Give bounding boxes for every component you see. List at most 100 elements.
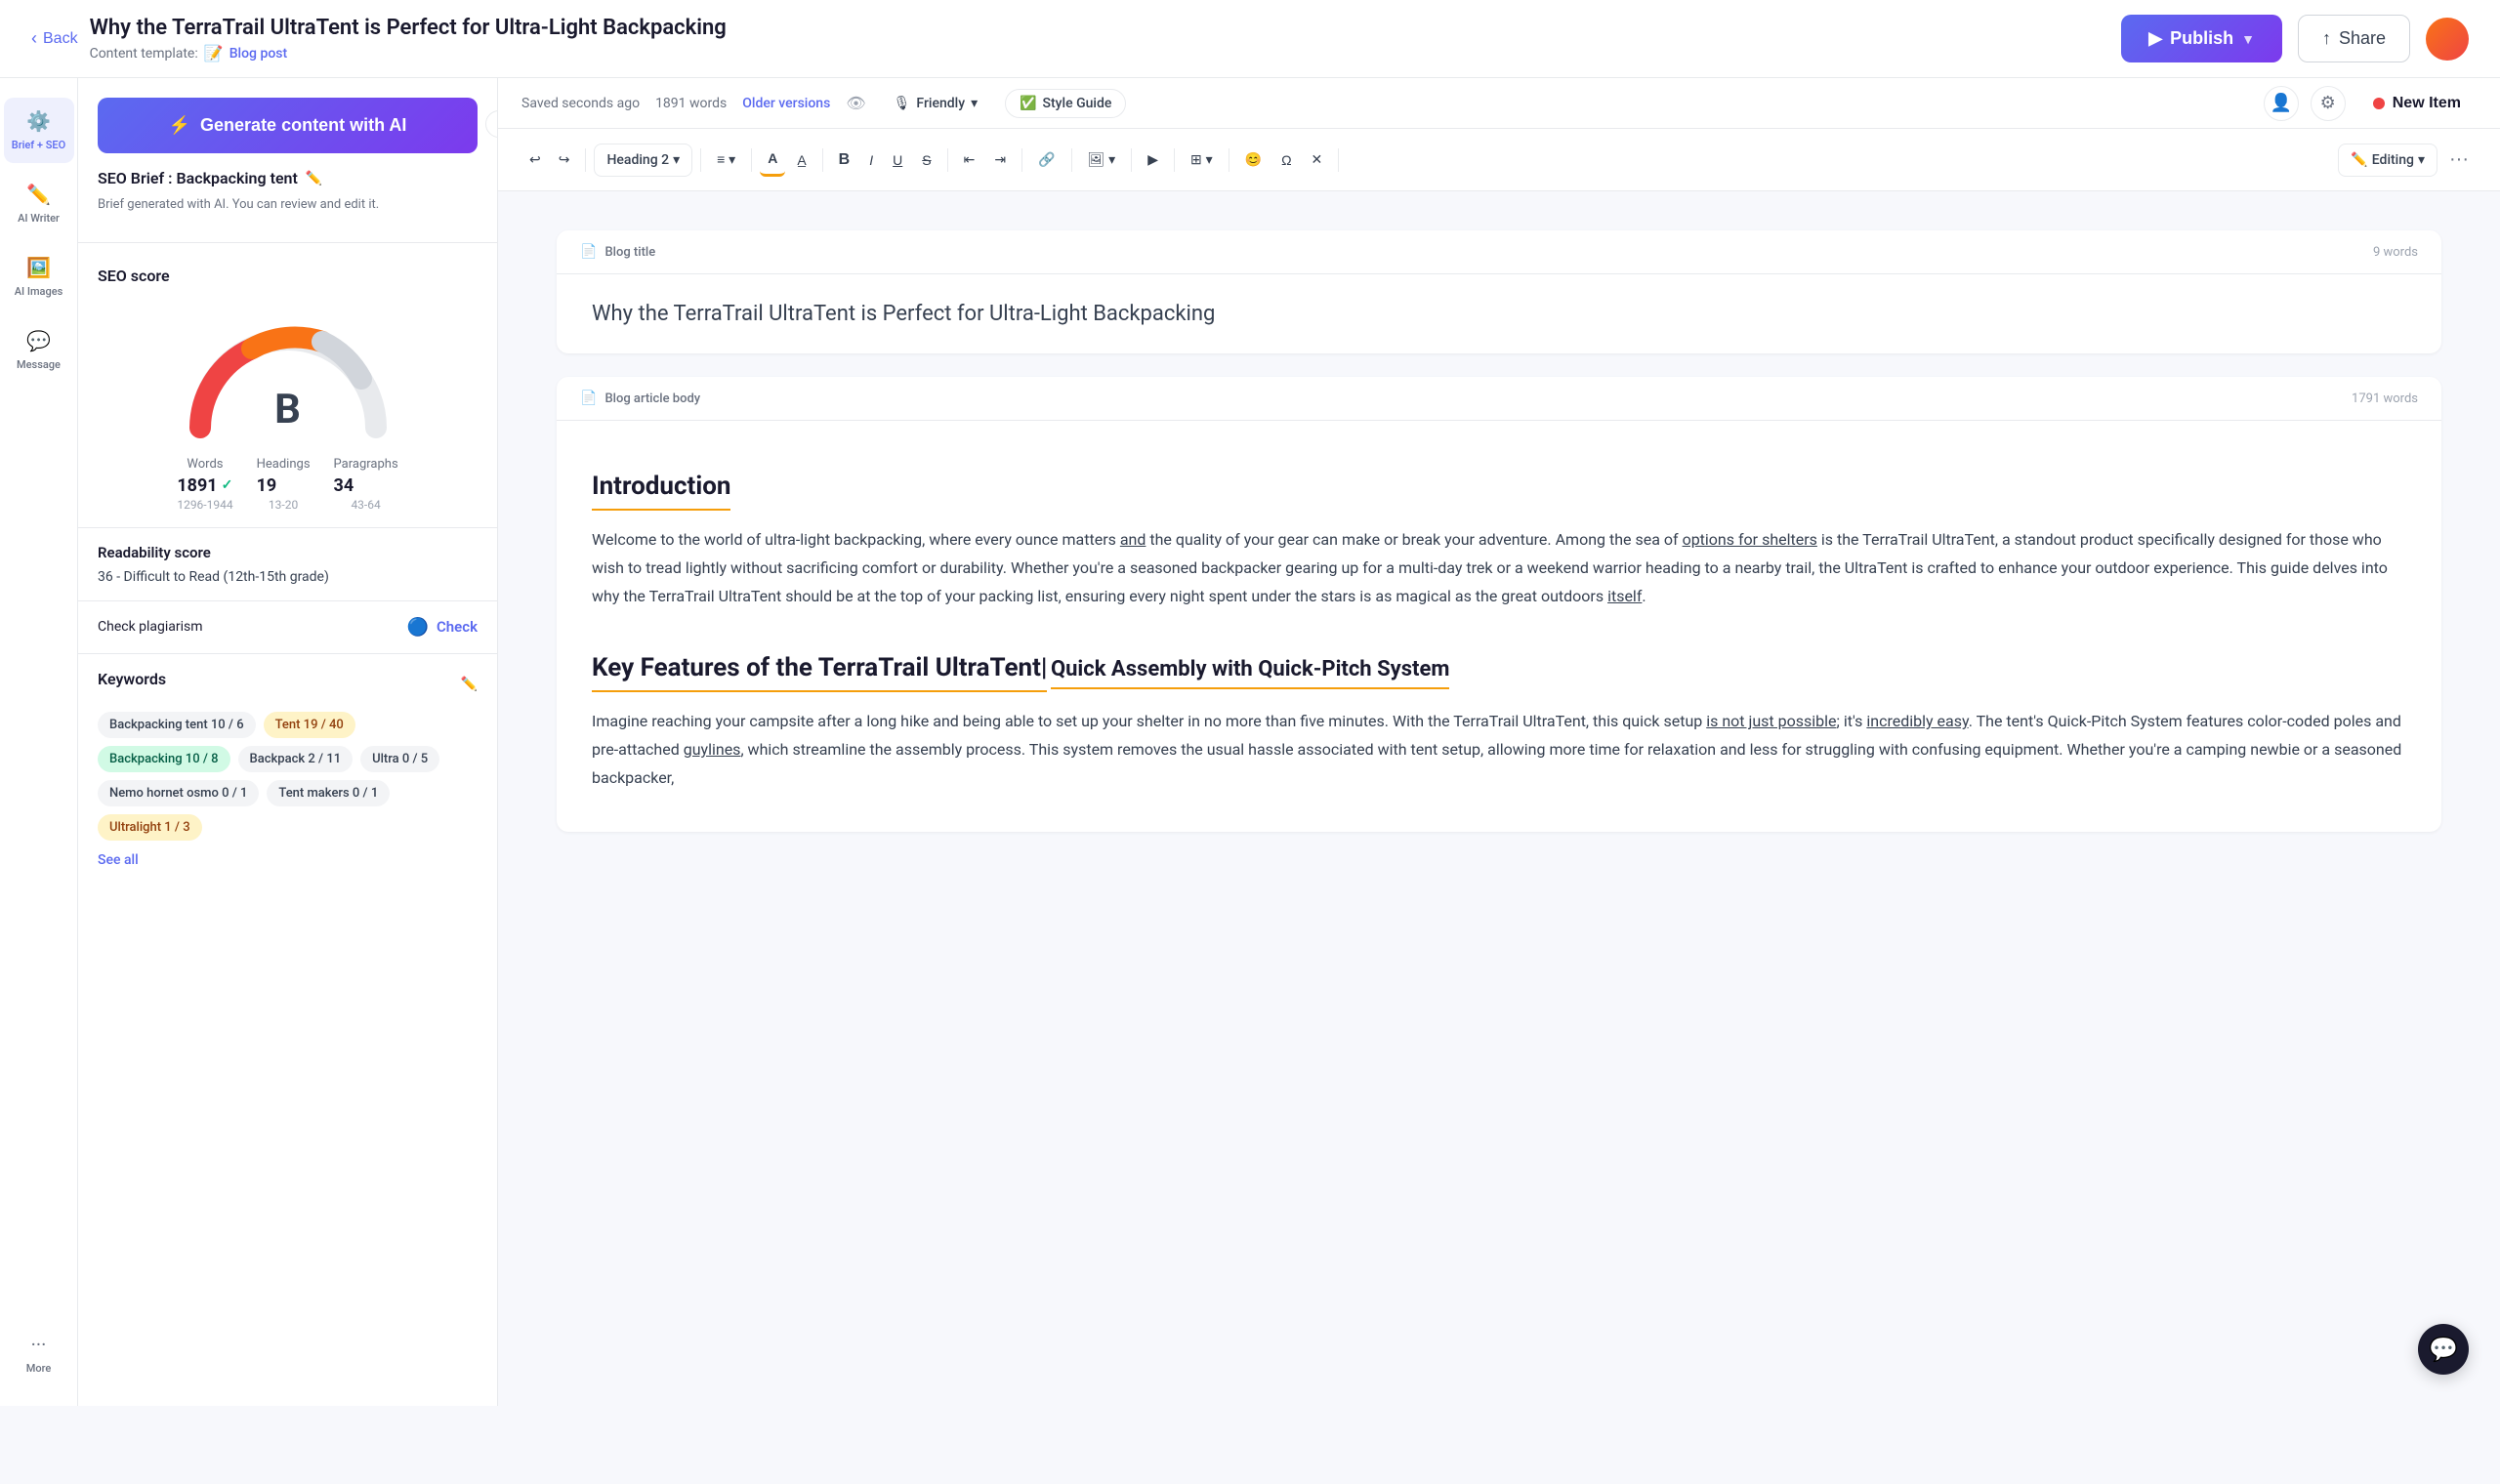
edit-keywords-icon[interactable]: ✏️ bbox=[461, 677, 478, 692]
new-item-button[interactable]: New Item bbox=[2357, 87, 2477, 120]
blog-title-content[interactable]: Why the TerraTrail UltraTent is Perfect … bbox=[557, 274, 2441, 353]
collapse-panel-button[interactable]: › bbox=[485, 110, 498, 138]
avatar[interactable] bbox=[2426, 18, 2469, 61]
heading-chevron-icon: ▾ bbox=[673, 152, 680, 168]
generate-btn-wrap: ⚡ Generate content with AI › bbox=[78, 78, 497, 169]
see-all-keywords[interactable]: See all bbox=[98, 852, 478, 868]
heading-select[interactable]: Heading 2 ▾ bbox=[594, 144, 692, 177]
bold-button[interactable]: B bbox=[831, 144, 858, 177]
back-arrow-icon: ‹ bbox=[31, 28, 37, 49]
check-icon: ✓ bbox=[222, 477, 233, 493]
share-button[interactable]: ↑ Share bbox=[2298, 15, 2410, 62]
intro-paragraph: Welcome to the world of ultra-light back… bbox=[592, 526, 2406, 610]
user-icon-button[interactable]: 👤 bbox=[2264, 86, 2299, 121]
check-plagiarism-button[interactable]: 🔵 Check bbox=[407, 617, 478, 638]
keywords-header: Keywords ✏️ bbox=[98, 670, 478, 700]
align-button[interactable]: ≡ ▾ bbox=[709, 144, 743, 176]
text-underline-options: options for shelters bbox=[1683, 530, 1817, 549]
keyword-tag[interactable]: Backpacking 10 / 8 bbox=[98, 746, 230, 772]
table-button[interactable]: ⊞ ▾ bbox=[1183, 144, 1221, 176]
sidebar-item-label: AI Writer bbox=[18, 212, 60, 225]
editing-label: Editing bbox=[2372, 152, 2414, 168]
keyword-tag[interactable]: Tent 19 / 40 bbox=[264, 712, 355, 738]
sidebar-item-brief-seo[interactable]: ⚙️ Brief + SEO bbox=[4, 98, 74, 163]
emoji-button[interactable]: 😊 bbox=[1237, 144, 1270, 176]
toolbar-divider bbox=[1021, 148, 1022, 172]
strikethrough-button[interactable]: S bbox=[914, 144, 938, 176]
sidebar-item-ai-images[interactable]: 🖼️ AI Images bbox=[4, 244, 74, 309]
underline-button[interactable]: U bbox=[885, 144, 910, 176]
blog-body-content[interactable]: Introduction Welcome to the world of ult… bbox=[557, 421, 2441, 832]
play-button[interactable]: ▶ bbox=[1140, 144, 1166, 176]
keywords-title: Keywords bbox=[98, 670, 166, 688]
chat-icon: 💬 bbox=[2429, 1336, 2458, 1363]
seo-brief-title: SEO Brief : Backpacking tent ✏️ bbox=[98, 169, 478, 187]
meta-right: 👤 ⚙ New Item bbox=[2264, 86, 2477, 121]
sidebar-item-message[interactable]: 💬 Message bbox=[4, 317, 74, 383]
tone-chevron-icon: ▾ bbox=[971, 96, 978, 111]
older-versions-button[interactable]: Older versions bbox=[742, 96, 830, 111]
editor-area: Saved seconds ago 1891 words Older versi… bbox=[498, 78, 2500, 1406]
body-word-count: 1791 words bbox=[2352, 392, 2418, 406]
seo-score-wrap: B Words 1891 ✓ 1296-1944 Headings 19 13-… bbox=[78, 312, 497, 527]
sidebar-item-ai-writer[interactable]: ✏️ AI Writer bbox=[4, 171, 74, 236]
stat-paragraphs-value: 34 bbox=[334, 475, 398, 496]
style-guide-button[interactable]: ✅ Style Guide bbox=[1005, 89, 1126, 118]
assembly-heading: Quick Assembly with Quick-Pitch System bbox=[1051, 657, 1449, 689]
indent-less-button[interactable]: ⇤ bbox=[956, 144, 983, 176]
eye-icon[interactable]: 👁 bbox=[846, 94, 865, 112]
doc-meta-bar: Saved seconds ago 1891 words Older versi… bbox=[498, 78, 2500, 129]
check-label: Check bbox=[437, 618, 478, 636]
special-chars-button[interactable]: Ω bbox=[1273, 144, 1299, 176]
left-nav: ⚙️ Brief + SEO ✏️ AI Writer 🖼️ AI Images… bbox=[0, 78, 78, 1406]
highlight-button[interactable]: A̲ bbox=[789, 144, 813, 176]
text-color-button[interactable]: A bbox=[760, 143, 785, 177]
link-button[interactable]: 🔗 bbox=[1030, 144, 1062, 176]
editing-chevron-icon: ▾ bbox=[2418, 152, 2425, 168]
sidebar-item-more[interactable]: ··· More bbox=[4, 1321, 74, 1386]
generate-content-button[interactable]: ⚡ Generate content with AI bbox=[98, 98, 478, 153]
document-content: 📄 Blog title 9 words Why the TerraTrail … bbox=[498, 191, 2500, 1406]
media-button[interactable]: 🖼 ▾ bbox=[1080, 144, 1124, 176]
settings-icon-button[interactable]: ⚙ bbox=[2311, 86, 2346, 121]
stat-words-label: Words bbox=[177, 457, 232, 472]
toolbar-divider bbox=[700, 148, 701, 172]
toolbar-divider bbox=[585, 148, 586, 172]
indent-more-button[interactable]: ⇥ bbox=[986, 144, 1014, 176]
clear-format-button[interactable]: ✕ bbox=[1304, 144, 1331, 176]
editing-select[interactable]: ✏️ Editing ▾ bbox=[2338, 144, 2438, 177]
toolbar-more-button[interactable]: ··· bbox=[2441, 141, 2477, 179]
undo-button[interactable]: ↩ bbox=[521, 144, 549, 176]
italic-button[interactable]: I bbox=[861, 144, 881, 176]
stat-words: Words 1891 ✓ 1296-1944 bbox=[177, 457, 232, 512]
stat-words-range: 1296-1944 bbox=[177, 498, 232, 512]
plagiarism-title: Check plagiarism bbox=[98, 619, 203, 635]
publish-chevron-icon: ▼ bbox=[2241, 31, 2255, 47]
blog-title-text[interactable]: Why the TerraTrail UltraTent is Perfect … bbox=[592, 298, 2406, 330]
editor-toolbar: ↩ ↪ Heading 2 ▾ ≡ ▾ A A̲ B I U S ⇤ ⇥ 🔗 bbox=[498, 129, 2500, 191]
readability-value: 36 - Difficult to Read (12th-15th grade) bbox=[98, 569, 478, 585]
style-guide-icon: ✅ bbox=[1020, 96, 1036, 111]
template-link[interactable]: Blog post bbox=[229, 46, 287, 62]
blog-body-block: 📄 Blog article body 1791 words Introduct… bbox=[557, 377, 2441, 832]
keyword-tag[interactable]: Ultralight 1 / 3 bbox=[98, 814, 202, 841]
keyword-tag[interactable]: Backpacking tent 10 / 6 bbox=[98, 712, 256, 738]
new-item-dot bbox=[2373, 98, 2385, 109]
redo-button[interactable]: ↪ bbox=[551, 144, 578, 176]
back-button[interactable]: ‹ Back bbox=[31, 28, 78, 49]
text-underline-not: is not just possible bbox=[1706, 712, 1836, 730]
tone-selector[interactable]: 🎙 Friendly ▾ bbox=[882, 90, 989, 117]
keyword-tag[interactable]: Nemo hornet osmo 0 / 1 bbox=[98, 780, 259, 806]
keyword-tag[interactable]: Tent makers 0 / 1 bbox=[267, 780, 390, 806]
keyword-tags: Backpacking tent 10 / 6 Tent 19 / 40 Bac… bbox=[98, 712, 478, 841]
stat-headings-range: 13-20 bbox=[257, 498, 311, 512]
publish-button[interactable]: ▶ Publish ▼ bbox=[2121, 15, 2282, 62]
keywords-section: Keywords ✏️ Backpacking tent 10 / 6 Tent… bbox=[78, 653, 497, 884]
keyword-tag[interactable]: Backpack 2 / 11 bbox=[238, 746, 354, 772]
gauge-grade: B bbox=[274, 386, 301, 433]
toolbar-divider bbox=[947, 148, 948, 172]
keyword-tag[interactable]: Ultra 0 / 5 bbox=[360, 746, 439, 772]
edit-brief-icon[interactable]: ✏️ bbox=[306, 171, 322, 186]
chat-bubble-button[interactable]: 💬 bbox=[2418, 1324, 2469, 1375]
block-type-text: Blog title bbox=[604, 245, 655, 260]
